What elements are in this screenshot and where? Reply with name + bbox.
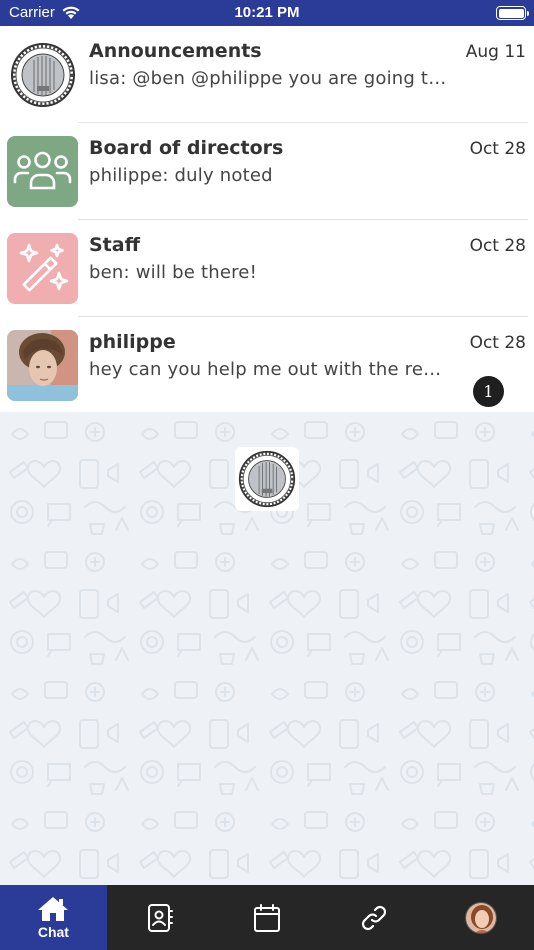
calendar-icon xyxy=(253,903,280,932)
seal-avatar xyxy=(7,39,78,110)
chat-date: Oct 28 xyxy=(469,333,526,353)
chat-list: Announcements lisa: @ben @philippe you a… xyxy=(0,26,534,414)
battery-level xyxy=(498,8,524,18)
profile-avatar xyxy=(464,901,497,934)
chat-date: Oct 28 xyxy=(469,139,526,159)
status-bar: Carrier 10:21 PM xyxy=(0,0,534,26)
home-icon xyxy=(38,896,69,921)
staff-avatar xyxy=(7,233,78,304)
chat-row-announcements[interactable]: Announcements lisa: @ben @philippe you a… xyxy=(0,26,534,123)
link-icon xyxy=(361,905,386,930)
tab-links[interactable] xyxy=(320,885,427,950)
tab-label: Chat xyxy=(37,923,69,940)
chat-preview: lisa: @ben @philippe you are going to li… xyxy=(89,68,449,89)
status-time: 10:21 PM xyxy=(234,4,300,21)
chat-row-staff[interactable]: Staff ben: will be there! Oct 28 xyxy=(0,220,534,317)
group-icon xyxy=(13,151,72,190)
group-avatar xyxy=(7,136,78,207)
chat-row-philippe[interactable]: philippe hey can you help me out with th… xyxy=(0,317,534,414)
tab-bar: Chat xyxy=(0,885,534,950)
user-photo xyxy=(7,330,78,401)
tab-contacts[interactable] xyxy=(107,885,214,950)
chat-title: Announcements xyxy=(89,40,262,62)
chat-date: Aug 11 xyxy=(465,42,526,62)
tab-profile[interactable] xyxy=(427,885,534,950)
chat-title: philippe xyxy=(89,331,176,353)
chat-preview: hey can you help me out with the report … xyxy=(89,359,449,380)
organization-logo xyxy=(235,447,299,511)
tab-calendar[interactable] xyxy=(214,885,321,950)
chat-title: Staff xyxy=(89,234,140,256)
unread-badge: 1 xyxy=(473,376,504,407)
chat-preview: philippe: duly noted xyxy=(89,165,273,186)
chat-title: Board of directors xyxy=(89,137,284,159)
chat-wallpaper xyxy=(0,412,534,885)
contacts-icon xyxy=(148,903,174,932)
tab-chat[interactable]: Chat xyxy=(0,885,107,950)
magic-wand-icon xyxy=(19,243,69,292)
chat-row-board-of-directors[interactable]: Board of directors philippe: duly noted … xyxy=(0,123,534,220)
chat-date: Oct 28 xyxy=(469,236,526,256)
chat-preview: ben: will be there! xyxy=(89,262,257,283)
battery-icon xyxy=(496,6,529,20)
